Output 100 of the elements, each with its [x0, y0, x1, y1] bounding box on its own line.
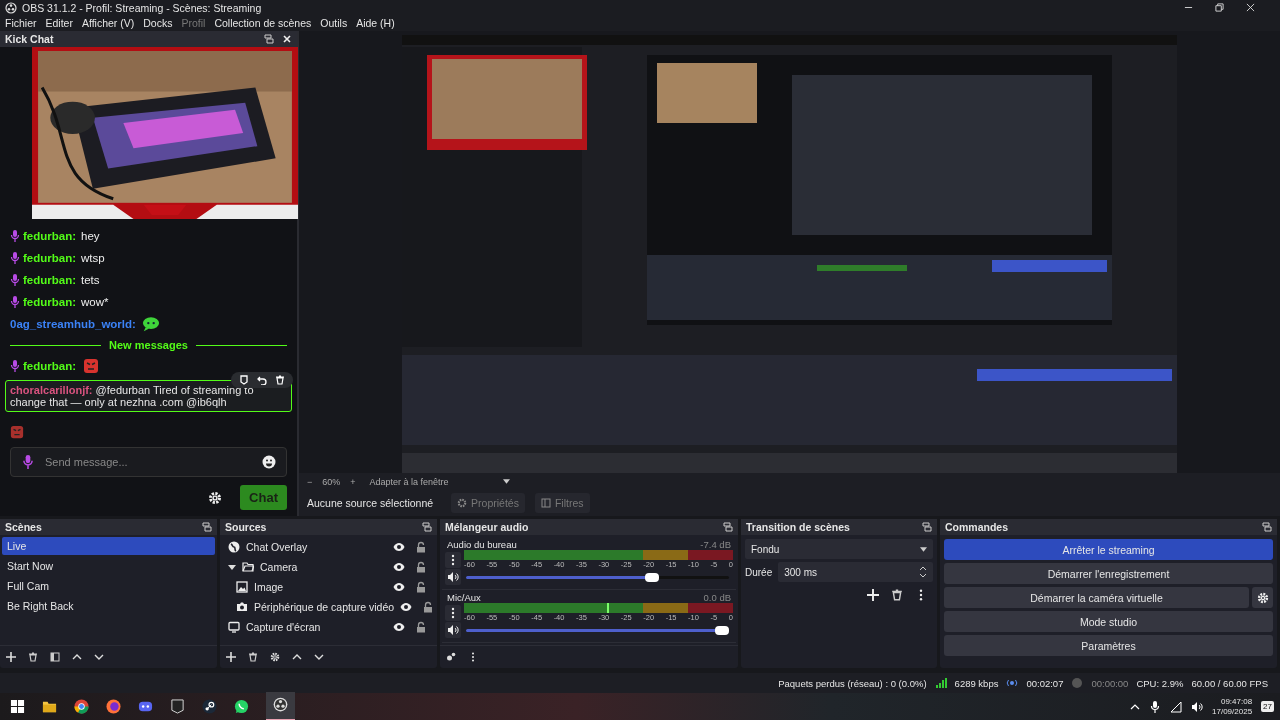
clock-time[interactable]: 09:47:08: [1220, 696, 1253, 707]
menu-item[interactable]: Collection de scènes: [214, 17, 312, 30]
control-button[interactable]: Mode studio: [944, 611, 1273, 633]
source-item[interactable]: Chat Overlay: [246, 541, 387, 554]
source-item[interactable]: Capture d'écran: [246, 621, 387, 634]
delete-icon[interactable]: [891, 589, 903, 602]
lock-icon[interactable]: [415, 621, 427, 634]
taskbar-app-active[interactable]: [266, 692, 295, 720]
restore-icon[interactable]: [1215, 3, 1224, 13]
scene-item[interactable]: Start Now: [2, 557, 215, 576]
speaker-icon[interactable]: [445, 622, 461, 639]
close-icon[interactable]: [1246, 3, 1255, 13]
settings-button[interactable]: [1252, 587, 1273, 609]
lock-icon[interactable]: [422, 601, 435, 614]
source-item[interactable]: Périphérique de capture vidéo: [254, 601, 395, 614]
menu-item[interactable]: Outils: [320, 17, 348, 30]
fit-dropdown[interactable]: Adapter à la fenêtre: [369, 476, 449, 487]
undo-icon[interactable]: [257, 375, 267, 386]
menu-item[interactable]: Afficher (V): [81, 17, 135, 30]
notification-badge[interactable]: 27: [1261, 701, 1274, 712]
game-controller-icon[interactable]: [138, 699, 153, 714]
expand-caret-icon[interactable]: [228, 563, 236, 572]
settings-icon[interactable]: [208, 490, 223, 505]
chat-username[interactable]: fedurban:: [23, 360, 77, 373]
more-options-icon[interactable]: [445, 604, 461, 621]
visibility-eye-icon[interactable]: [393, 581, 405, 594]
duration-field[interactable]: 300 ms: [778, 562, 933, 583]
chat-username[interactable]: fedurban:: [23, 274, 77, 287]
visibility-eye-icon[interactable]: [393, 621, 405, 634]
visibility-eye-icon[interactable]: [400, 601, 413, 614]
shield-logo-icon[interactable]: [170, 699, 185, 714]
zoom-out-button[interactable]: −: [307, 476, 313, 487]
angry-face-emote-icon[interactable]: [10, 425, 24, 440]
settings-icon[interactable]: [270, 652, 280, 663]
scene-item[interactable]: Live: [2, 537, 215, 556]
scene-item[interactable]: Be Right Back: [2, 597, 215, 616]
menu-item[interactable]: Docks: [143, 17, 173, 30]
zoom-in-button[interactable]: +: [350, 476, 356, 487]
folder-icon[interactable]: [42, 699, 57, 714]
clock-date[interactable]: 17/09/2025: [1212, 706, 1253, 717]
lock-icon[interactable]: [415, 581, 427, 594]
source-item[interactable]: Image: [254, 581, 387, 594]
undock-icon[interactable]: [422, 522, 432, 533]
chat-message: hey: [81, 230, 100, 243]
menu-item[interactable]: Aide (H): [356, 17, 395, 30]
more-options-icon[interactable]: [445, 551, 461, 568]
spinner-arrows-icon[interactable]: [919, 565, 927, 580]
pin-icon[interactable]: [239, 375, 249, 386]
speaker-icon[interactable]: [1191, 700, 1204, 713]
microphone-icon[interactable]: [1149, 700, 1162, 713]
undock-icon[interactable]: [202, 522, 212, 533]
undock-icon[interactable]: [264, 34, 274, 45]
undock-icon[interactable]: [723, 522, 733, 533]
chat-username[interactable]: fedurban:: [23, 296, 77, 309]
browser-icon[interactable]: [74, 699, 89, 714]
lock-icon[interactable]: [415, 541, 427, 554]
caret-icon[interactable]: [502, 479, 510, 485]
message-input[interactable]: Send message...: [43, 455, 254, 470]
lock-icon[interactable]: [415, 561, 427, 574]
context-label: Aucune source sélectionné: [307, 497, 434, 510]
volume-slider[interactable]: [466, 572, 729, 582]
add-icon[interactable]: [226, 652, 236, 663]
delete-icon[interactable]: [28, 652, 38, 663]
control-button[interactable]: Arrêter le streaming: [944, 539, 1273, 561]
chat-username[interactable]: fedurban:: [23, 230, 77, 243]
control-button[interactable]: Démarrer l'enregistrement: [944, 563, 1273, 585]
chat-send-button[interactable]: Chat: [240, 485, 287, 511]
scene-item[interactable]: Full Cam: [2, 577, 215, 596]
wifi-icon[interactable]: [1170, 700, 1183, 713]
windows-start-icon[interactable]: [10, 699, 25, 714]
chat-username[interactable]: 0ag_streamhub_world:: [10, 318, 136, 331]
speaker-icon[interactable]: [445, 569, 461, 586]
undock-icon[interactable]: [922, 522, 932, 533]
chat-bubble-icon[interactable]: [234, 699, 249, 714]
fps: 60.00 / 60.00 FPS: [1191, 677, 1268, 689]
menu-item[interactable]: Fichier: [5, 17, 37, 30]
add-icon[interactable]: [6, 652, 16, 663]
close-icon[interactable]: [282, 34, 292, 45]
add-icon[interactable]: [867, 589, 879, 602]
undock-icon[interactable]: [1262, 522, 1272, 533]
control-button[interactable]: Paramètres: [944, 635, 1273, 657]
smiley-icon[interactable]: [262, 455, 276, 470]
chat-username[interactable]: choralcarillonjf:: [10, 384, 93, 397]
volume-slider[interactable]: [466, 625, 729, 635]
visibility-eye-icon[interactable]: [393, 541, 405, 554]
visibility-eye-icon[interactable]: [393, 561, 405, 574]
menu-item[interactable]: Editer: [45, 17, 73, 30]
channel-reading: -7.4 dB: [700, 539, 731, 551]
advanced-settings-icon[interactable]: [446, 652, 456, 663]
fox-browser-icon[interactable]: [106, 699, 121, 714]
steam-icon[interactable]: [202, 699, 217, 714]
zoom-level: 60%: [322, 476, 341, 487]
caret-icon: [920, 546, 927, 552]
chat-username[interactable]: fedurban:: [23, 252, 77, 265]
transition-dropdown[interactable]: Fondu: [745, 539, 933, 560]
delete-icon[interactable]: [248, 652, 258, 663]
message-field[interactable]: Send message...: [10, 447, 287, 478]
control-button[interactable]: Démarrer la caméra virtuelle: [944, 587, 1249, 609]
source-item[interactable]: Camera: [260, 561, 387, 574]
filter-icon[interactable]: [50, 652, 60, 663]
